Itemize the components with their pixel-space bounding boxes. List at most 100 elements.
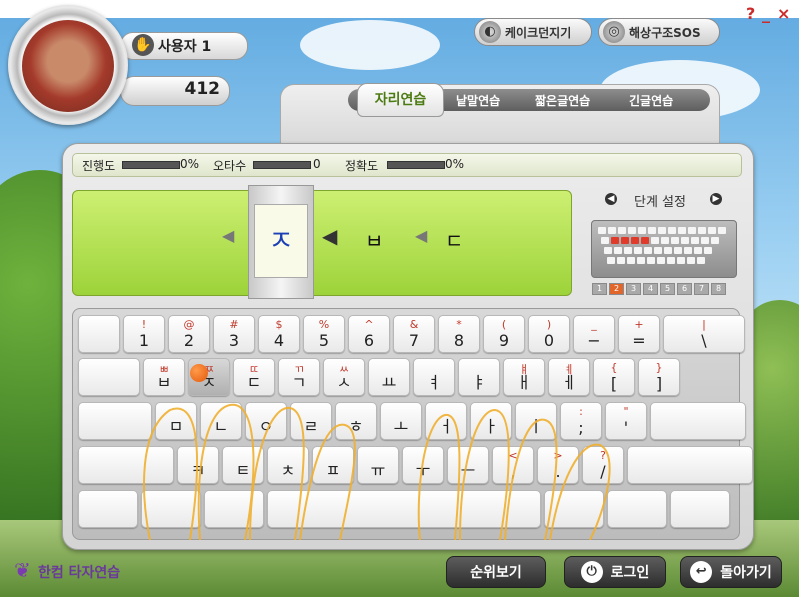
- level-prev-button[interactable]: ◀: [605, 193, 617, 205]
- level-number-button[interactable]: 3: [626, 283, 641, 295]
- keyboard-key[interactable]: ㅏ: [470, 402, 512, 440]
- keyboard-key[interactable]: [78, 490, 138, 528]
- keyboard-key[interactable]: ㅑ: [458, 358, 500, 396]
- keyboard-key[interactable]: [78, 446, 174, 484]
- keyboard-key[interactable]: + =: [618, 315, 660, 353]
- keyboard-key[interactable]: >.: [537, 446, 579, 484]
- login-button[interactable]: ⏻ 로그인: [564, 556, 666, 588]
- keyboard-key[interactable]: }]: [638, 358, 680, 396]
- keyboard-key[interactable]: ㅍ: [312, 446, 354, 484]
- keyboard-key[interactable]: [78, 315, 120, 353]
- keyboard-key[interactable]: ㅗ: [380, 402, 422, 440]
- mini-key: [601, 237, 609, 244]
- keyboard-key[interactable]: [607, 490, 667, 528]
- keyboard-key[interactable]: <,: [492, 446, 534, 484]
- keyboard-key[interactable]: [670, 490, 730, 528]
- key-label: ㅍ: [325, 461, 341, 480]
- level-next-button[interactable]: ▶: [710, 193, 722, 205]
- keyboard-key[interactable]: @2: [168, 315, 210, 353]
- hand-icon: ✋: [132, 34, 154, 56]
- space-key[interactable]: [267, 490, 541, 528]
- keyboard-key[interactable]: ㅋ: [177, 446, 219, 484]
- key-label: 7: [408, 331, 420, 350]
- keyboard-key[interactable]: ㅜ: [402, 446, 444, 484]
- keyboard-key[interactable]: ㄸㄷ: [233, 358, 275, 396]
- keyboard-key[interactable]: ? /: [582, 446, 624, 484]
- mini-key: [674, 247, 682, 254]
- key-shift-label: >: [553, 449, 563, 462]
- keyboard-key[interactable]: ! 1: [123, 315, 165, 353]
- level-number-button[interactable]: 1: [592, 283, 607, 295]
- keyboard-key[interactable]: ㅖㅔ: [548, 358, 590, 396]
- key-label: ㄴ: [213, 417, 229, 436]
- keyboard-key[interactable]: [141, 490, 201, 528]
- keyboard-key[interactable]: * 8: [438, 315, 480, 353]
- accuracy-value: 0%: [445, 157, 465, 171]
- level-number-button[interactable]: 2: [609, 283, 624, 295]
- sea-rescue-button[interactable]: ◎ 해상구조SOS: [598, 18, 720, 46]
- keyboard-key[interactable]: ㅆㅅ: [323, 358, 365, 396]
- mini-key: [694, 247, 702, 254]
- keyboard-key[interactable]: [78, 402, 152, 440]
- level-number-button[interactable]: 6: [677, 283, 692, 295]
- keyboard-key[interactable]: ㅎ: [335, 402, 377, 440]
- level-number-button[interactable]: 7: [694, 283, 709, 295]
- keyboard-key[interactable]: $4: [258, 315, 300, 353]
- keyboard-key[interactable]: [78, 358, 140, 396]
- keyboard-key[interactable]: ㅃㅂ: [143, 358, 185, 396]
- keyboard-key[interactable]: ㅁ: [155, 402, 197, 440]
- keyboard-key[interactable]: #3: [213, 315, 255, 353]
- keyboard-key[interactable]: ㄲㄱ: [278, 358, 320, 396]
- keyboard-key[interactable]: ㅇ: [245, 402, 287, 440]
- back-button[interactable]: ↩ 돌아가기: [680, 556, 782, 588]
- close-button[interactable]: ×: [777, 4, 790, 23]
- keyboard-key[interactable]: [204, 490, 264, 528]
- keyboard-key[interactable]: ㅡ: [447, 446, 489, 484]
- keyboard-key[interactable]: ㅓ: [425, 402, 467, 440]
- keyboard-key[interactable]: :;: [560, 402, 602, 440]
- tab-position-practice[interactable]: 자리연습: [357, 83, 444, 117]
- minimize-button[interactable]: _: [762, 4, 770, 23]
- key-label: ㄱ: [291, 373, 307, 392]
- keyboard-key[interactable]: ㅕ: [413, 358, 455, 396]
- keyboard-key[interactable]: " ': [605, 402, 647, 440]
- keyboard-key[interactable]: ㄹ: [290, 402, 332, 440]
- keyboard-key[interactable]: ㅛ: [368, 358, 410, 396]
- keyboard-key[interactable]: & 7: [393, 315, 435, 353]
- mini-key: [691, 237, 699, 244]
- keyboard-key[interactable]: ㅌ: [222, 446, 264, 484]
- level-number-button[interactable]: 8: [711, 283, 726, 295]
- accuracy-label: 정확도: [345, 159, 379, 173]
- keyboard-key[interactable]: ㅠ: [357, 446, 399, 484]
- keyboard-key[interactable]: ^ 6: [348, 315, 390, 353]
- cake-throw-button[interactable]: ◐ 케이크던지기: [474, 18, 592, 46]
- keyboard-key[interactable]: (9: [483, 315, 525, 353]
- keyboard-key[interactable]: ) 0: [528, 315, 570, 353]
- keyboard-key[interactable]: ㅒㅐ: [503, 358, 545, 396]
- mini-key: [704, 247, 712, 254]
- keyboard-key[interactable]: _ −: [573, 315, 615, 353]
- mini-key: [604, 247, 612, 254]
- mini-key: [637, 257, 645, 264]
- keyboard-key[interactable]: ㅣ: [515, 402, 557, 440]
- level-number-button[interactable]: 4: [643, 283, 658, 295]
- key-label: 0: [543, 331, 555, 350]
- mini-key: [644, 247, 652, 254]
- keyboard-key[interactable]: [650, 402, 746, 440]
- key-label: ㅓ: [438, 417, 454, 436]
- keyboard-key[interactable]: ㄴ: [200, 402, 242, 440]
- keyboard-key[interactable]: [544, 490, 604, 528]
- help-button[interactable]: ?: [746, 4, 755, 23]
- level-number-button[interactable]: 5: [660, 283, 675, 295]
- ranking-button[interactable]: 순위보기: [446, 556, 546, 588]
- keyboard-key[interactable]: {[: [593, 358, 635, 396]
- keyboard-key[interactable]: % 5: [303, 315, 345, 353]
- key-label: ㄷ: [246, 373, 262, 392]
- keyboard-key[interactable]: | \: [663, 315, 745, 353]
- mini-key: [631, 237, 639, 244]
- keyboard-key[interactable]: ㅊ: [267, 446, 309, 484]
- keyboard-key[interactable]: [627, 446, 753, 484]
- tab-word-practice[interactable]: 낱말연습: [456, 92, 500, 109]
- tab-short-text-practice[interactable]: 짧은글연습: [535, 92, 590, 109]
- tab-long-text-practice[interactable]: 긴글연습: [629, 92, 673, 109]
